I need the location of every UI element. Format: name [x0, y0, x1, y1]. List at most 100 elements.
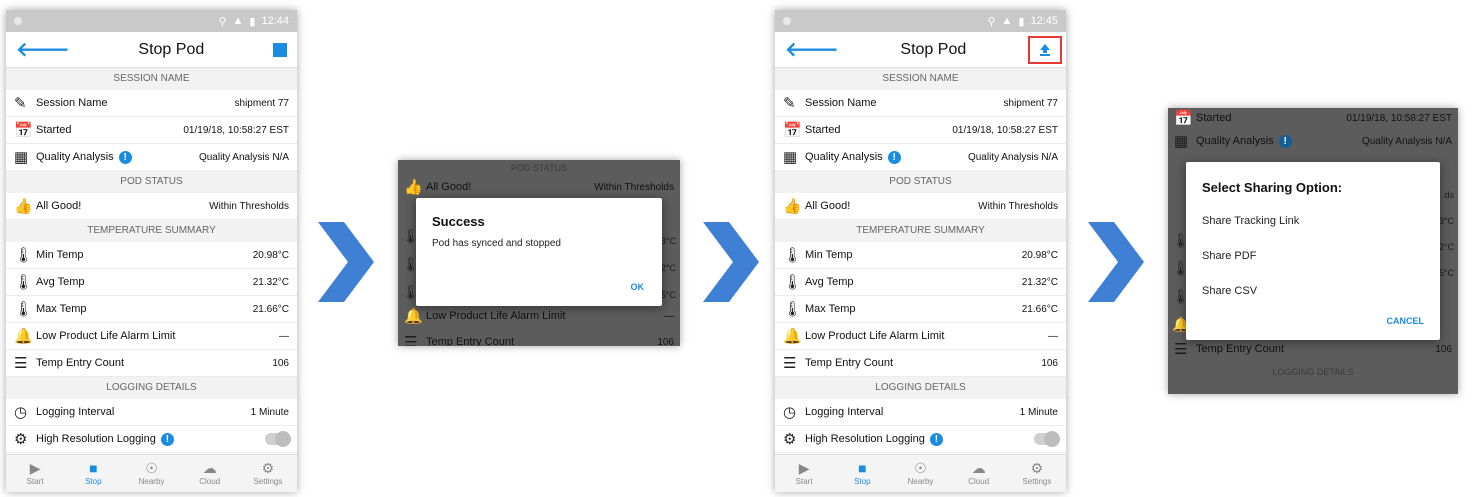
location-icon: ⚲ [218, 15, 227, 28]
row-label: Temp Entry Count [426, 336, 515, 346]
calculator-icon: ▦ [783, 149, 798, 166]
row-alarm-limit: 🔔 Low Product Life Alarm Limit — [398, 306, 680, 326]
ok-button[interactable]: OK [631, 282, 645, 292]
row-value: 1 Minute [250, 406, 289, 418]
signal-icon: ▲ [232, 15, 244, 27]
dialog-message: Pod has synced and stopped [432, 238, 561, 249]
info-icon[interactable]: ! [118, 150, 132, 164]
calendar-icon: 📅 [783, 122, 802, 139]
row-max-temp: 🌡 Max Temp 21.66°C [775, 296, 1066, 323]
row-value: — [1048, 330, 1058, 342]
share-tracking-link-option[interactable]: Share Tracking Link [1186, 204, 1440, 239]
nav-start[interactable]: ▶ Start [775, 455, 833, 492]
bell-icon: 🔔 [14, 328, 33, 345]
nav-stop[interactable]: ■ Stop [833, 455, 891, 492]
info-icon[interactable]: ! [929, 432, 943, 446]
compass-icon: ☉ [914, 460, 927, 476]
row-min-temp: 🌡 Min Temp 20.98°C [6, 242, 297, 269]
upload-icon [1040, 43, 1050, 56]
clock-icon: ◷ [14, 404, 28, 421]
nav-nearby[interactable]: ☉ Nearby [122, 455, 180, 492]
row-avg-temp: 🌡 Avg Temp 21.32°C [775, 269, 1066, 296]
thermometer-icon: 🌡 [14, 274, 34, 291]
row-all-good: 👍 All Good! Within Thresholds [6, 193, 297, 220]
notification-dot-icon [14, 17, 22, 25]
row-quality-analysis: ▦ Quality Analysis! Quality Analysis N/A [775, 144, 1066, 171]
nav-start[interactable]: ▶ Start [6, 455, 64, 492]
nav-label: Settings [1022, 477, 1052, 486]
back-arrow-icon[interactable]: 🡐 [16, 40, 70, 60]
sharing-dialog-screenshot: 📅 Started 01/19/18, 10:58:27 EST ▦ Quali… [1168, 108, 1458, 394]
row-label: Temp Entry Count [805, 357, 894, 369]
gears-icon: ⚙ [783, 431, 797, 448]
pencil-icon: ✎ [14, 95, 27, 112]
row-value: Quality Analysis N/A [198, 151, 289, 163]
nav-label: Settings [253, 477, 283, 486]
high-resolution-toggle[interactable] [1034, 431, 1060, 447]
row-label: Avg Temp [36, 276, 85, 288]
list-icon: ☰ [404, 334, 418, 346]
nav-label: Nearby [907, 477, 934, 486]
nav-stop[interactable]: ■ Stop [64, 455, 122, 492]
list-icon: ☰ [783, 355, 797, 372]
high-resolution-toggle[interactable] [265, 431, 291, 447]
nav-cloud[interactable]: ☁ Cloud [181, 455, 239, 492]
nav-label: Cloud [968, 477, 990, 486]
row-label: High Resolution Logging! [805, 432, 1034, 446]
row-quality-analysis: ▦ Quality Analysis! Quality Analysis N/A [1168, 128, 1458, 154]
partial-temp-values: 3°C 2°C 5°C [661, 228, 676, 309]
nav-label: Stop [854, 477, 871, 486]
calendar-icon: 📅 [14, 122, 33, 139]
row-value: 20.98°C [1021, 249, 1058, 261]
thumbs-up-icon: 👍 [783, 198, 802, 215]
thermometer-icon: 🌡 [783, 247, 803, 264]
cancel-button[interactable]: CANCEL [1387, 316, 1425, 326]
section-header-logging: LOGGING DETAILS [6, 377, 297, 399]
row-value: Quality Analysis N/A [1361, 135, 1452, 147]
row-label: Avg Temp [805, 276, 854, 288]
row-started: 📅 Started 01/19/18, 10:58:27 EST [1168, 108, 1458, 128]
row-session-name[interactable]: ✎ Session Name shipment 77 [6, 90, 297, 117]
row-started: 📅 Started 01/19/18, 10:58:27 EST [775, 117, 1066, 144]
info-icon: ! [1278, 134, 1292, 148]
row-label: Quality Analysis! [805, 150, 968, 164]
page-title: Stop Pod [900, 40, 967, 58]
info-icon[interactable]: ! [887, 150, 901, 164]
partial-value: 3°C [1438, 216, 1454, 226]
status-time: 12:45 [1030, 15, 1058, 27]
info-icon[interactable]: ! [160, 432, 174, 446]
nav-settings[interactable]: ⚙ Settings [239, 455, 297, 492]
section-header-pod-status: POD STATUS [510, 163, 568, 173]
back-arrow-icon[interactable]: 🡐 [785, 40, 839, 60]
nav-settings[interactable]: ⚙ Settings [1008, 455, 1066, 492]
row-value: 21.32°C [1021, 276, 1058, 288]
row-started: 📅 Started 01/19/18, 10:58:27 EST [6, 117, 297, 144]
upload-button[interactable] [1028, 35, 1062, 64]
nav-nearby[interactable]: ☉ Nearby [891, 455, 949, 492]
section-header-logging: LOGGING DETAILS [775, 377, 1066, 399]
row-min-temp: 🌡 Min Temp 20.98°C [775, 242, 1066, 269]
row-value: 106 [272, 357, 289, 369]
row-value: 01/19/18, 10:58:27 EST [183, 124, 289, 136]
share-pdf-option[interactable]: Share PDF [1186, 239, 1440, 274]
row-quality-analysis: ▦ Quality Analysis! Quality Analysis N/A [6, 144, 297, 171]
row-label: Min Temp [805, 249, 853, 261]
row-all-good: 👍 All Good! Within Thresholds [398, 176, 680, 198]
thermometer-icon: 🌡 [14, 301, 34, 318]
partial-value: 5°C [1438, 268, 1454, 278]
row-logging-interval: ◷ Logging Interval 1 Minute [6, 399, 297, 426]
share-options-list: Share Tracking Link Share PDF Share CSV [1186, 204, 1440, 309]
row-value: Within Thresholds [978, 200, 1058, 212]
thermometer-icon: 🌡 [783, 301, 803, 318]
cloud-icon: ☁ [202, 460, 217, 476]
row-label: Session Name [36, 97, 108, 109]
row-session-name[interactable]: ✎ Session Name shipment 77 [775, 90, 1066, 117]
section-header-session: SESSION NAME [6, 68, 297, 90]
nav-cloud[interactable]: ☁ Cloud [950, 455, 1008, 492]
list-icon: ☰ [14, 355, 28, 372]
stop-icon[interactable] [273, 42, 287, 57]
play-icon: ▶ [798, 460, 810, 476]
nav-label: Nearby [138, 477, 165, 486]
row-value: shipment 77 [234, 97, 289, 109]
share-csv-option[interactable]: Share CSV [1186, 274, 1440, 309]
